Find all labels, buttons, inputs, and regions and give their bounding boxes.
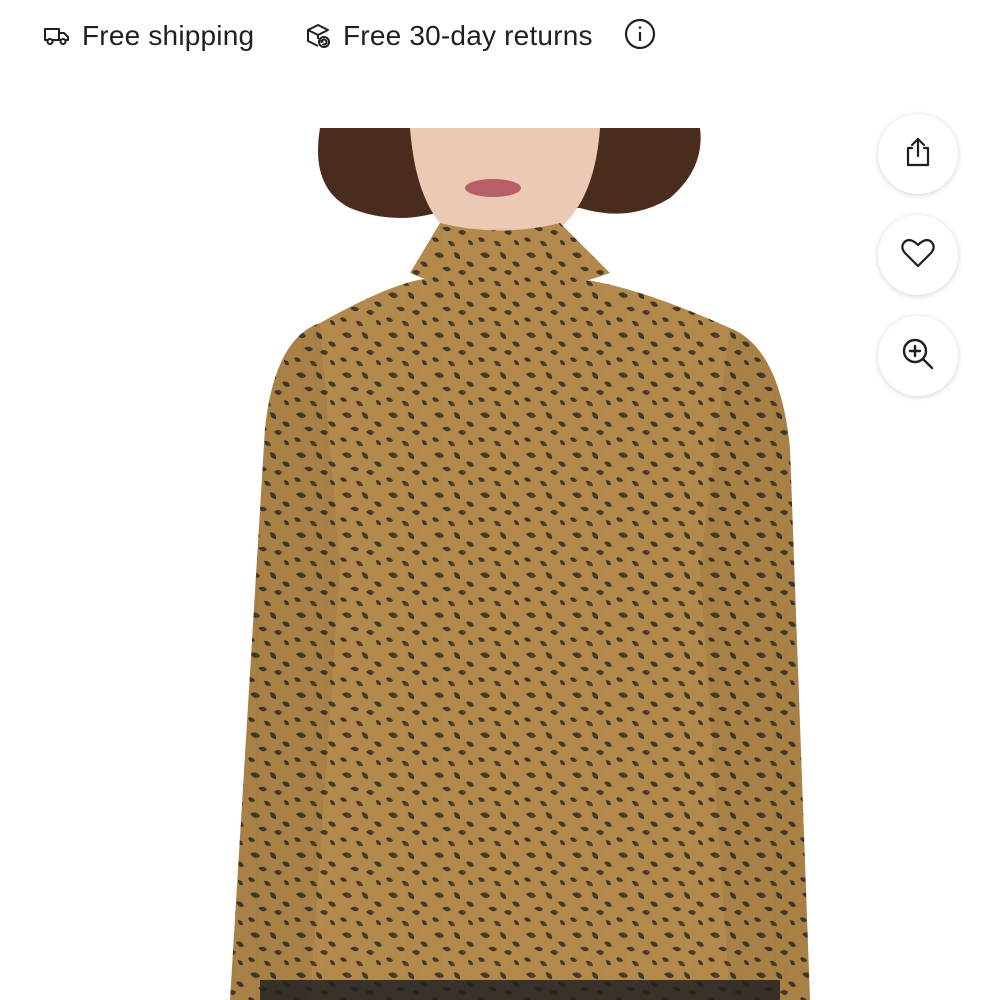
product-photo bbox=[230, 128, 810, 1000]
zoom-button[interactable] bbox=[878, 316, 958, 396]
product-image[interactable] bbox=[200, 128, 840, 1000]
return-box-icon bbox=[303, 21, 333, 51]
heart-icon bbox=[900, 236, 936, 275]
free-returns-label: Free 30-day returns bbox=[343, 20, 593, 51]
share-button[interactable] bbox=[878, 114, 958, 194]
free-shipping-label: Free shipping bbox=[82, 20, 255, 51]
promo-bar: Free shipping Free 30-day returns bbox=[0, 0, 1000, 74]
truck-icon bbox=[42, 21, 72, 51]
favorite-button[interactable] bbox=[878, 215, 958, 295]
free-shipping-badge: Free shipping bbox=[42, 16, 254, 56]
free-returns-badge: Free 30-day returns bbox=[303, 16, 593, 56]
info-icon bbox=[624, 18, 656, 55]
info-button[interactable] bbox=[624, 18, 656, 55]
share-icon bbox=[901, 135, 935, 174]
zoom-in-icon bbox=[900, 336, 936, 377]
